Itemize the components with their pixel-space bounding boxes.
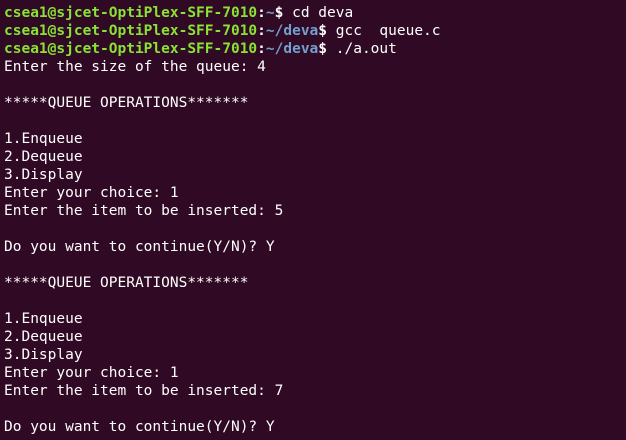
prompt-symbol: $ <box>318 23 328 39</box>
prompt-user-host: csea1@sjcet-OptiPlex-SFF-7010 <box>4 41 258 57</box>
output-line: 3.Display <box>4 347 83 363</box>
output-line: Enter the size of the queue: 4 <box>4 59 266 75</box>
prompt-user-host: csea1@sjcet-OptiPlex-SFF-7010 <box>4 5 258 21</box>
output-line: 1.Enqueue <box>4 131 83 147</box>
output-line: Enter the item to be inserted: 7 <box>4 383 284 399</box>
output-line: 1.Enqueue <box>4 311 83 327</box>
prompt-path: ~ <box>265 5 275 21</box>
output-line: *****QUEUE OPERATIONS******* <box>4 275 249 291</box>
prompt-symbol: $ <box>318 41 328 57</box>
prompt-command: gcc queue.c <box>327 23 441 39</box>
output-line: Enter your choice: 1 <box>4 185 179 201</box>
output-line: 2.Dequeue <box>4 149 83 165</box>
prompt-path: ~/deva <box>265 23 319 39</box>
output-line: Do you want to continue(Y/N)? Y <box>4 419 275 435</box>
output-line: Enter the item to be inserted: 5 <box>4 203 284 219</box>
prompt-command: ./a.out <box>327 41 397 57</box>
terminal-window[interactable]: csea1@sjcet-OptiPlex-SFF-7010:~$ cd deva… <box>0 0 626 440</box>
output-line: Enter your choice: 1 <box>4 365 179 381</box>
prompt-path: ~/deva <box>265 41 319 57</box>
prompt-line: csea1@sjcet-OptiPlex-SFF-7010:~$ cd deva <box>4 4 626 22</box>
prompt-user-host: csea1@sjcet-OptiPlex-SFF-7010 <box>4 23 258 39</box>
prompt-line: csea1@sjcet-OptiPlex-SFF-7010:~/deva$ gc… <box>4 22 626 40</box>
prompt-colon: : <box>257 5 266 21</box>
output-line: Do you want to continue(Y/N)? Y <box>4 239 275 255</box>
prompt-line: csea1@sjcet-OptiPlex-SFF-7010:~/deva$ ./… <box>4 40 626 58</box>
output-line: 2.Dequeue <box>4 329 83 345</box>
output-line: *****QUEUE OPERATIONS******* <box>4 95 249 111</box>
prompt-colon: : <box>257 23 266 39</box>
prompt-command: cd deva <box>283 5 354 21</box>
output-line: 3.Display <box>4 167 83 183</box>
prompt-colon: : <box>257 41 266 57</box>
